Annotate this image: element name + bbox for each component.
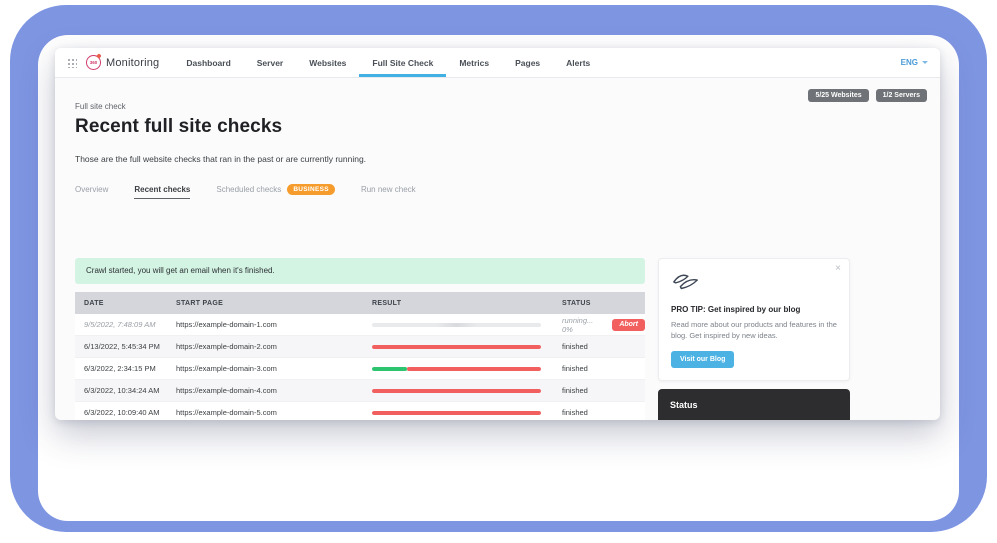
nav-item[interactable]: Websites (296, 48, 359, 77)
nav-item[interactable]: Pages (502, 48, 553, 77)
progress-red-segment (407, 367, 541, 371)
nav-item-label: Pages (515, 58, 540, 68)
status-card: Status SERVERS 0 open alert(s) 0 servers… (658, 389, 850, 421)
check-status: finished (553, 342, 645, 351)
nav-item-label: Server (257, 58, 283, 68)
check-status: finished (553, 364, 645, 373)
tab[interactable]: Overview (75, 185, 108, 199)
check-date: 6/3/2022, 2:34:15 PM (75, 364, 167, 373)
brand-logo[interactable]: 360 Monitoring (86, 55, 159, 70)
status-text: finished (562, 342, 588, 351)
table-row[interactable]: 6/13/2022, 5:45:34 PM https://example-do… (75, 336, 645, 358)
sub-tabs: Overview Recent checks Scheduled checks … (75, 184, 416, 200)
protip-title: PRO TIP: Get inspired by our blog (671, 305, 837, 314)
protip-card: × PRO TIP: Get inspired by our blog Read… (658, 258, 850, 381)
abort-button[interactable]: Abort (612, 319, 645, 331)
business-badge: BUSINESS (287, 184, 335, 195)
progress-bar (372, 389, 541, 393)
check-status: running... 0% Abort (553, 316, 645, 334)
progress-bar (372, 345, 541, 349)
checks-panel: Crawl started, you will get an email whe… (75, 258, 645, 420)
visit-blog-button[interactable]: Visit our Blog (671, 351, 734, 368)
status-text: finished (562, 408, 588, 417)
table-row[interactable]: 6/3/2022, 2:34:15 PM https://example-dom… (75, 358, 645, 380)
nav-item[interactable]: Metrics (446, 48, 502, 77)
language-selector[interactable]: ENG (901, 48, 928, 77)
table-header: DATESTART PAGERESULTSTATUS (75, 292, 645, 314)
status-text: running... 0% (562, 316, 605, 334)
nav-item[interactable]: Alerts (553, 48, 603, 77)
check-start-page: https://example-domain-4.com (167, 386, 363, 395)
breadcrumb: Full site check (75, 102, 126, 111)
check-result (363, 367, 553, 371)
nav-item-label: Metrics (459, 58, 489, 68)
check-status: finished (553, 408, 645, 417)
table-row[interactable]: 6/3/2022, 10:34:24 AM https://example-do… (75, 380, 645, 402)
status-card-title: Status (670, 400, 838, 410)
tab[interactable]: Recent checks (134, 185, 190, 199)
nav-item[interactable]: Server (244, 48, 296, 77)
tab[interactable]: Scheduled checks BUSINESS (216, 184, 335, 200)
progress-red-segment (372, 389, 541, 393)
nav-item-label: Websites (309, 58, 346, 68)
check-date: 6/3/2022, 10:34:24 AM (75, 386, 167, 395)
nav-items: Dashboard Server Websites Full Site Check Me… (173, 48, 603, 77)
usage-badge: 5/25 Websites (808, 89, 868, 102)
progress-bar (372, 367, 541, 371)
close-icon[interactable]: × (835, 264, 841, 274)
check-result (363, 345, 553, 349)
logo-360-icon: 360 (86, 55, 101, 70)
tab-label: Scheduled checks (216, 185, 281, 194)
tab[interactable]: Run new check (361, 185, 416, 199)
check-date: 9/5/2022, 7:48:09 AM (75, 320, 167, 329)
app-grid-icon[interactable] (67, 58, 77, 68)
check-result (363, 389, 553, 393)
check-start-page: https://example-domain-3.com (167, 364, 363, 373)
progress-red-segment (372, 411, 541, 415)
column-header: DATE (75, 300, 167, 307)
protip-body: Read more about our products and feature… (671, 319, 837, 342)
table-row[interactable]: 6/3/2022, 10:09:40 AM https://example-do… (75, 402, 645, 420)
check-date: 6/3/2022, 10:09:40 AM (75, 408, 167, 417)
language-label: ENG (901, 58, 918, 67)
column-header: START PAGE (167, 300, 363, 307)
column-header: STATUS (553, 300, 645, 307)
progress-red-segment (372, 345, 541, 349)
nav-item[interactable]: Full Site Check (359, 48, 446, 77)
progress-bar (372, 411, 541, 415)
tab-label: Overview (75, 185, 108, 194)
check-status: finished (553, 386, 645, 395)
nav-item-label: Dashboard (186, 58, 230, 68)
check-start-page: https://example-domain-5.com (167, 408, 363, 417)
check-result (363, 411, 553, 415)
check-date: 6/13/2022, 5:45:34 PM (75, 342, 167, 351)
progress-green-segment (372, 367, 407, 371)
nav-item-label: Full Site Check (372, 58, 433, 68)
top-navbar: 360 Monitoring Dashboard Server Websites Fu… (55, 48, 940, 78)
brand-name: Monitoring (106, 57, 159, 69)
usage-badge: 1/2 Servers (876, 89, 927, 102)
nav-item-label: Alerts (566, 58, 590, 68)
inspiration-doodle-icon (671, 270, 701, 292)
nav-item[interactable]: Dashboard (173, 48, 243, 77)
chevron-down-icon (922, 61, 928, 64)
sidebar: × PRO TIP: Get inspired by our blog Read… (658, 258, 850, 420)
check-start-page: https://example-domain-2.com (167, 342, 363, 351)
table-row[interactable]: 9/5/2022, 7:48:09 AM https://example-dom… (75, 314, 645, 336)
tab-label: Recent checks (134, 185, 190, 194)
tab-label: Run new check (361, 185, 416, 194)
status-text: finished (562, 364, 588, 373)
check-result (363, 323, 553, 327)
page-title: Recent full site checks (75, 116, 282, 138)
check-start-page: https://example-domain-1.com (167, 320, 363, 329)
progress-bar (372, 323, 541, 327)
status-text: finished (562, 386, 588, 395)
app-window: 360 Monitoring Dashboard Server Websites Fu… (55, 48, 940, 420)
page-subtitle: Those are the full website checks that r… (75, 154, 366, 164)
checks-table: 9/5/2022, 7:48:09 AM https://example-dom… (75, 314, 645, 420)
usage-badges: 5/25 Websites 1/2 Servers (808, 89, 927, 102)
column-header: RESULT (363, 300, 553, 307)
page-content: 5/25 Websites 1/2 Servers Full site check… (55, 78, 940, 419)
crawl-started-banner: Crawl started, you will get an email whe… (75, 258, 645, 284)
